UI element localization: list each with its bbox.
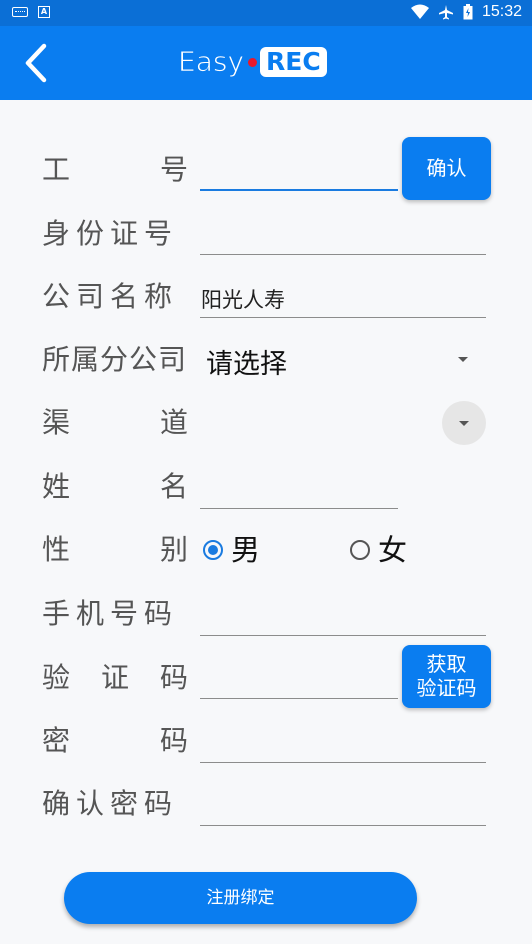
a-notification-icon: A [38,6,50,18]
battery-icon [463,4,473,20]
gender-label: 性 别 [42,533,188,566]
confirm-button[interactable]: 确认 [402,137,491,200]
verify-code-input[interactable] [200,698,398,699]
password-label: 密 码 [42,724,188,757]
get-code-button[interactable]: 获取 验证码 [402,645,491,708]
employee-id-input[interactable] [200,189,398,191]
gender-female-radio[interactable] [350,540,370,560]
gender-female-label[interactable]: 女 [378,532,407,568]
app-bar: Easy REC [0,26,532,100]
status-bar: A 15:32 [0,0,532,26]
chevron-down-icon [458,357,468,362]
verify-code-label: 验 证 码 [42,661,188,694]
gender-male-label[interactable]: 男 [231,532,260,568]
clock: 15:32 [481,3,522,20]
airplane-icon [438,5,453,20]
app-logo: Easy REC [177,45,327,78]
confirm-password-label: 确认密码 [42,787,179,820]
company-name-label: 公司名称 [42,280,179,313]
phone-label: 手机号码 [42,597,179,630]
chevron-down-icon [459,421,469,426]
name-label: 姓 名 [42,470,188,503]
back-button[interactable] [16,40,60,86]
logo-easy-text: Easy [177,45,245,78]
channel-dropdown-button[interactable] [442,401,486,445]
branch-select[interactable]: 请选择 [204,340,486,380]
register-bind-button[interactable]: 注册绑定 [64,872,417,924]
company-name-input[interactable] [200,317,486,318]
company-name-value[interactable]: 阳光人寿 [201,284,285,314]
back-chevron-icon [25,43,47,83]
confirm-password-input[interactable] [200,825,486,826]
logo-rec-text: REC [260,47,327,77]
id-number-input[interactable] [200,254,486,255]
id-number-label: 身份证号 [42,217,179,250]
gender-male-radio[interactable] [203,540,223,560]
logo-red-dot [247,57,257,67]
keyboard-icon [12,7,28,17]
branch-select-value: 请选择 [206,349,287,380]
password-input[interactable] [200,762,486,763]
wifi-icon [410,4,429,19]
channel-label: 渠 道 [42,406,188,439]
employee-id-label: 工 号 [42,153,188,186]
phone-input[interactable] [200,635,486,636]
name-input[interactable] [200,508,398,509]
branch-label: 所属分公司 [42,343,188,376]
